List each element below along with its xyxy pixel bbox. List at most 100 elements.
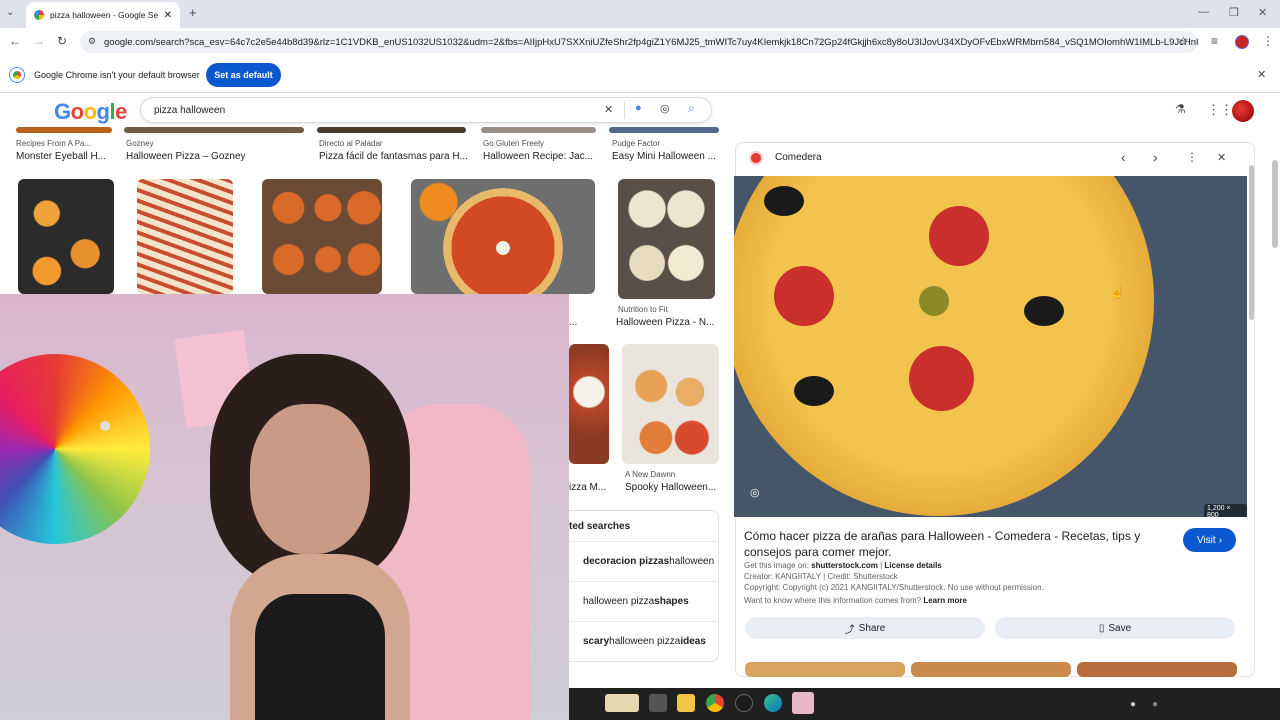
- obs-icon[interactable]: [792, 692, 814, 714]
- panel-title[interactable]: Cómo hacer pizza de arañas para Hallowee…: [744, 528, 1164, 560]
- browser-tab[interactable]: pizza halloween - Google Search ✕: [26, 2, 180, 28]
- visit-button[interactable]: Visit ›: [1183, 528, 1236, 552]
- edge-icon[interactable]: [764, 694, 782, 712]
- related-item[interactable]: halloween pizza shapes: [569, 581, 719, 621]
- file-explorer-icon[interactable]: [677, 694, 695, 712]
- task-view-icon[interactable]: [649, 694, 667, 712]
- image-result-8[interactable]: [262, 179, 382, 294]
- related-item[interactable]: decoracion pizzas halloween: [569, 541, 719, 581]
- reload-icon[interactable]: ↻: [57, 34, 67, 48]
- result-title[interactable]: Spooky Halloween...: [625, 482, 719, 493]
- forward-icon[interactable]: →: [33, 34, 45, 48]
- image-result-10[interactable]: [618, 179, 715, 299]
- chrome-taskbar-icon[interactable]: [706, 694, 724, 712]
- image-result-6[interactable]: [18, 179, 114, 294]
- image-source-line: Get this image on: shutterstock.com | Li…: [744, 561, 942, 570]
- image-result-1[interactable]: [16, 127, 112, 133]
- get-image-site[interactable]: shutterstock.com: [811, 561, 878, 570]
- bookmark-icon: ▯: [1098, 622, 1105, 634]
- panel-source[interactable]: Comedera: [775, 152, 822, 163]
- clear-search-icon[interactable]: ✕: [604, 103, 613, 116]
- tab-search-icon[interactable]: ⌄: [6, 7, 14, 18]
- visit-label: Visit: [1196, 534, 1216, 546]
- minimize-icon[interactable]: —: [1198, 6, 1209, 18]
- image-result-7[interactable]: [137, 179, 233, 294]
- tray-icon[interactable]: ●: [1130, 699, 1136, 710]
- bookmark-star-icon[interactable]: ☆: [1178, 34, 1189, 48]
- share-label: Share: [858, 622, 886, 634]
- window-close-icon[interactable]: ✕: [1258, 6, 1267, 19]
- app-icon[interactable]: [735, 694, 753, 712]
- address-bar[interactable]: google.com/search?sca_esv=64c7c2e5e44b8d…: [80, 31, 1198, 53]
- result-title[interactable]: Easy Mini Halloween ...: [612, 151, 717, 162]
- result-source: Nutrition to Fit: [618, 305, 668, 314]
- result-title[interactable]: Halloween Recipe: Jac...: [483, 151, 601, 162]
- pepperoni: [774, 266, 834, 326]
- close-panel-icon[interactable]: ✕: [1217, 151, 1226, 164]
- related-item[interactable]: scary halloween pizza ideas: [569, 621, 719, 661]
- related-plain: halloween pizza: [609, 636, 681, 647]
- license-link[interactable]: License details: [884, 561, 941, 570]
- image-result-11[interactable]: [569, 344, 609, 464]
- image-result-9[interactable]: [411, 179, 595, 294]
- infobar-text: Google Chrome isn't your default browser: [34, 70, 200, 80]
- green-olive: [919, 286, 949, 316]
- account-avatar[interactable]: [1232, 100, 1254, 122]
- person-face: [250, 404, 370, 554]
- google-logo[interactable]: Google: [54, 99, 127, 125]
- copyright-line: Copyright: Copyright (c) 2021 KANGIITALY…: [744, 583, 1044, 592]
- chrome-menu-icon[interactable]: ⋮: [1262, 34, 1274, 48]
- image-result-4[interactable]: [481, 127, 596, 133]
- image-result-12[interactable]: [622, 344, 719, 464]
- result-title[interactable]: Pizza fácil de fantasmas para H...: [319, 151, 469, 162]
- site-info-icon[interactable]: ⚙: [88, 36, 96, 47]
- default-browser-infobar: Google Chrome isn't your default browser: [0, 57, 1280, 93]
- related-image-3[interactable]: [1077, 662, 1237, 677]
- search-box[interactable]: pizza halloween: [140, 97, 712, 123]
- pepperoni: [909, 346, 974, 411]
- panel-scrollbar[interactable]: [1249, 165, 1254, 320]
- result-title[interactable]: Halloween Pizza – Gozney: [126, 151, 306, 162]
- more-options-icon[interactable]: ⋮: [1186, 150, 1198, 164]
- profile-avatar[interactable]: [1235, 35, 1249, 49]
- taskbar-widget[interactable]: [605, 694, 639, 712]
- image-result-3[interactable]: [317, 127, 466, 133]
- page-scrollbar[interactable]: [1272, 160, 1278, 248]
- related-heading: ted searches: [569, 521, 631, 532]
- learn-more-link[interactable]: Learn more: [923, 596, 967, 605]
- restore-icon[interactable]: ❐: [1229, 6, 1239, 19]
- share-button[interactable]: ⤴ Share: [745, 617, 985, 639]
- url-text: google.com/search?sca_esv=64c7c2e5e44b8d…: [104, 36, 1198, 48]
- image-result-5[interactable]: [609, 127, 719, 133]
- apps-grid-icon[interactable]: ⋮⋮: [1207, 102, 1233, 118]
- tab-close-icon[interactable]: ✕: [164, 10, 172, 21]
- infobar-close-icon[interactable]: ✕: [1257, 68, 1266, 81]
- voice-search-icon[interactable]: ●: [635, 102, 642, 114]
- set-default-button[interactable]: Set as default: [206, 63, 281, 87]
- preview-image[interactable]: ◎ 1,200 × 800: [734, 176, 1247, 517]
- mic-icon[interactable]: ●: [1152, 699, 1158, 710]
- save-button[interactable]: ▯ Save: [995, 617, 1235, 639]
- image-result-2[interactable]: [124, 127, 304, 133]
- separator: |: [880, 561, 883, 570]
- new-tab-icon[interactable]: +: [189, 5, 197, 20]
- related-bold: shapes: [654, 596, 689, 607]
- related-image-2[interactable]: [911, 662, 1071, 677]
- prev-icon[interactable]: ‹: [1121, 149, 1126, 165]
- result-title[interactable]: izza M...: [569, 482, 619, 493]
- result-title[interactable]: Halloween Pizza - N...: [616, 317, 716, 328]
- lens-icon[interactable]: ◎: [660, 102, 670, 115]
- related-image-1[interactable]: [745, 662, 905, 677]
- next-icon[interactable]: ›: [1153, 149, 1158, 165]
- lens-search-image-icon[interactable]: ◎: [750, 486, 760, 499]
- tab-search-list-icon[interactable]: ≡: [1211, 34, 1218, 48]
- related-bold: decoracion pizzas: [583, 556, 670, 567]
- search-query: pizza halloween: [154, 104, 226, 116]
- search-icon[interactable]: ⌕: [688, 101, 695, 116]
- related-bold: ideas: [680, 636, 706, 647]
- result-source: A New Dawnn: [625, 470, 676, 479]
- back-icon[interactable]: ←: [9, 34, 21, 48]
- result-source: Gozney: [126, 139, 154, 148]
- labs-flask-icon[interactable]: ⚗: [1175, 102, 1186, 116]
- result-title[interactable]: Monster Eyeball H...: [16, 151, 116, 162]
